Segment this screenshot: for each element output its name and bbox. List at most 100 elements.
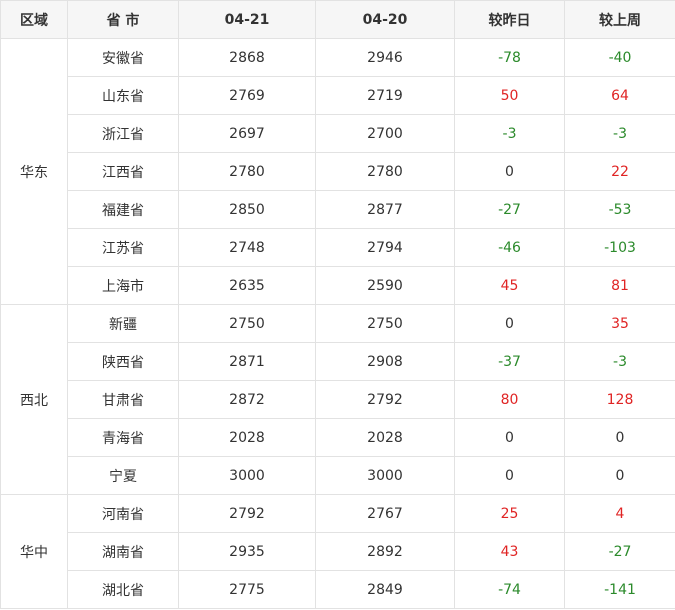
price-0420-cell: 2780 [315, 152, 455, 191]
province-cell: 江西省 [67, 152, 179, 191]
price-0421-cell: 2697 [178, 114, 316, 153]
change-week-cell: 81 [564, 266, 675, 305]
price-0421-cell: 2792 [178, 494, 316, 533]
header-region: 区域 [0, 0, 68, 39]
price-table: 区域 省 市 04-21 04-20 较昨日 较上周 华东 安徽省 2868 2946… [0, 0, 675, 609]
price-0420-cell: 2908 [315, 342, 455, 381]
province-cell: 河南省 [67, 494, 179, 533]
header-change-week: 较上周 [564, 0, 675, 39]
province-cell: 浙江省 [67, 114, 179, 153]
table-row: 福建省 2850 2877 -27 -53 [1, 190, 675, 229]
price-0421-cell: 2935 [178, 532, 316, 571]
price-0421-cell: 2780 [178, 152, 316, 191]
change-day-cell: -74 [454, 570, 565, 609]
change-day-cell: -46 [454, 228, 565, 267]
change-day-cell: -27 [454, 190, 565, 229]
price-0420-cell: 2877 [315, 190, 455, 229]
price-0421-cell: 2868 [178, 38, 316, 77]
price-0421-cell: 2775 [178, 570, 316, 609]
price-0421-cell: 2769 [178, 76, 316, 115]
price-0420-cell: 2794 [315, 228, 455, 267]
province-cell: 上海市 [67, 266, 179, 305]
province-cell: 安徽省 [67, 38, 179, 77]
change-week-cell: 128 [564, 380, 675, 419]
change-day-cell: -78 [454, 38, 565, 77]
change-day-cell: 0 [454, 418, 565, 457]
price-0420-cell: 2946 [315, 38, 455, 77]
price-0420-cell: 2028 [315, 418, 455, 457]
province-cell: 青海省 [67, 418, 179, 457]
change-day-cell: -3 [454, 114, 565, 153]
change-week-cell: 0 [564, 456, 675, 495]
change-week-cell: -27 [564, 532, 675, 571]
change-day-cell: 45 [454, 266, 565, 305]
table-row: 湖南省 2935 2892 43 -27 [1, 532, 675, 571]
table-row: 陕西省 2871 2908 -37 -3 [1, 342, 675, 381]
change-week-cell: 4 [564, 494, 675, 533]
header-date-0421: 04-21 [178, 0, 316, 39]
header-change-day: 较昨日 [454, 0, 565, 39]
change-day-cell: 43 [454, 532, 565, 571]
change-day-cell: 0 [454, 456, 565, 495]
price-0420-cell: 2700 [315, 114, 455, 153]
table-row: 西北 新疆 2750 2750 0 35 [0, 304, 675, 495]
price-0421-cell: 2750 [178, 304, 316, 343]
price-0420-cell: 2792 [315, 380, 455, 419]
price-0420-cell: 2719 [315, 76, 455, 115]
province-cell: 新疆 [67, 304, 179, 343]
price-0421-cell: 2850 [178, 190, 316, 229]
change-day-cell: 0 [454, 304, 565, 343]
table-row: 甘肃省 2872 2792 80 128 [1, 380, 675, 419]
province-cell: 宁夏 [67, 456, 179, 495]
province-cell: 山东省 [67, 76, 179, 115]
province-cell: 福建省 [67, 190, 179, 229]
table-row: 江苏省 2748 2794 -46 -103 [1, 228, 675, 267]
table-row: 江西省 2780 2780 0 22 [1, 152, 675, 191]
change-day-cell: 80 [454, 380, 565, 419]
change-week-cell: -3 [564, 342, 675, 381]
price-0420-cell: 2750 [315, 304, 455, 343]
table-row: 湖北省 2775 2849 -74 -141 [1, 570, 675, 609]
region-cell: 西北 [0, 304, 68, 495]
province-cell: 湖北省 [67, 570, 179, 609]
change-day-cell: 50 [454, 76, 565, 115]
change-week-cell: -3 [564, 114, 675, 153]
price-0421-cell: 2635 [178, 266, 316, 305]
change-week-cell: -53 [564, 190, 675, 229]
change-day-cell: -37 [454, 342, 565, 381]
change-week-cell: -40 [564, 38, 675, 77]
change-day-cell: 25 [454, 494, 565, 533]
change-week-cell: -103 [564, 228, 675, 267]
price-0420-cell: 3000 [315, 456, 455, 495]
price-0420-cell: 2590 [315, 266, 455, 305]
price-0421-cell: 2028 [178, 418, 316, 457]
table-row: 华东 安徽省 2868 2946 -78 -40 [0, 38, 675, 305]
price-0421-cell: 3000 [178, 456, 316, 495]
change-week-cell: -141 [564, 570, 675, 609]
change-week-cell: 35 [564, 304, 675, 343]
province-cell: 江苏省 [67, 228, 179, 267]
header-date-0420: 04-20 [315, 0, 455, 39]
province-cell: 甘肃省 [67, 380, 179, 419]
change-week-cell: 22 [564, 152, 675, 191]
table-body: 华东 安徽省 2868 2946 -78 -40 山东省 2769 2719 50 64 浙江省 269… [0, 38, 675, 609]
price-0420-cell: 2849 [315, 570, 455, 609]
change-week-cell: 64 [564, 76, 675, 115]
change-day-cell: 0 [454, 152, 565, 191]
table-row: 青海省 2028 2028 0 0 [1, 418, 675, 457]
price-0421-cell: 2871 [178, 342, 316, 381]
price-0421-cell: 2872 [178, 380, 316, 419]
table-row: 山东省 2769 2719 50 64 [1, 76, 675, 115]
price-0421-cell: 2748 [178, 228, 316, 267]
header-province: 省 市 [67, 0, 179, 39]
province-cell: 陕西省 [67, 342, 179, 381]
table-row: 上海市 2635 2590 45 81 [1, 266, 675, 305]
header-row: 区域 省 市 04-21 04-20 较昨日 较上周 [0, 0, 675, 39]
change-week-cell: 0 [564, 418, 675, 457]
table-row: 浙江省 2697 2700 -3 -3 [1, 114, 675, 153]
region-cell: 华东 [0, 38, 68, 305]
table-row: 宁夏 3000 3000 0 0 [1, 456, 675, 495]
price-0420-cell: 2767 [315, 494, 455, 533]
table-row: 华中 河南省 2792 2767 25 4 [0, 494, 675, 609]
price-0420-cell: 2892 [315, 532, 455, 571]
